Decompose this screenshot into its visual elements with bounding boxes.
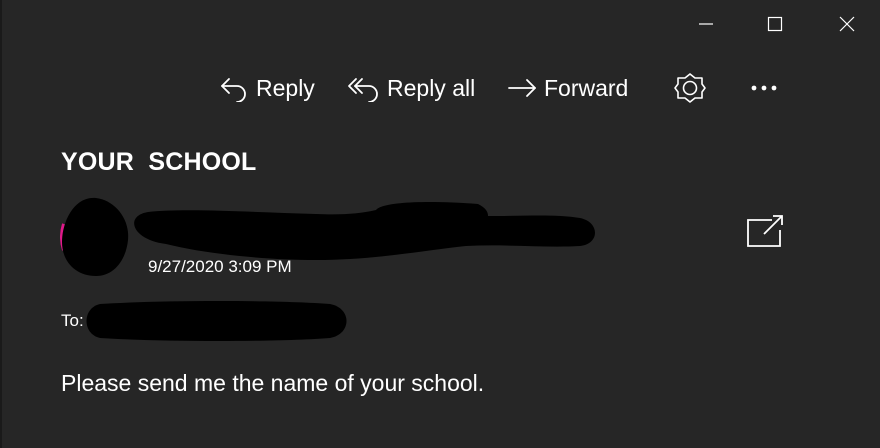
open-in-new-window-icon — [747, 215, 783, 247]
recipient-redaction — [86, 301, 347, 341]
close-button[interactable] — [824, 8, 870, 40]
sun-icon — [674, 73, 706, 103]
forward-icon — [508, 79, 536, 97]
message-date: 9/27/2020 3:09 PM — [148, 257, 292, 276]
sender-avatar — [60, 197, 129, 276]
reply-label: Reply — [256, 74, 315, 101]
forward-button[interactable]: Forward — [506, 68, 628, 108]
more-options-button[interactable] — [746, 70, 782, 106]
reply-all-icon — [348, 78, 378, 102]
maximize-button[interactable] — [752, 8, 798, 40]
reply-all-button[interactable]: Reply all — [347, 68, 475, 108]
window-left-edge — [0, 0, 2, 448]
reply-button[interactable]: Reply — [218, 68, 315, 108]
maximize-icon — [767, 16, 783, 32]
reply-all-label: Reply all — [387, 74, 476, 101]
sender-name-redaction — [134, 202, 595, 260]
reply-icon — [221, 78, 246, 102]
message-body: Please send me the name of your school. — [61, 370, 485, 396]
open-in-new-window-button[interactable] — [744, 212, 786, 250]
more-icon — [751, 85, 777, 91]
forward-label: Forward — [544, 74, 629, 101]
minimize-button[interactable] — [683, 8, 729, 40]
close-icon — [839, 16, 855, 32]
message-subject: YOUR SCHOOL — [61, 148, 257, 176]
minimize-icon — [699, 23, 713, 25]
theme-toggle-button[interactable] — [672, 70, 708, 106]
